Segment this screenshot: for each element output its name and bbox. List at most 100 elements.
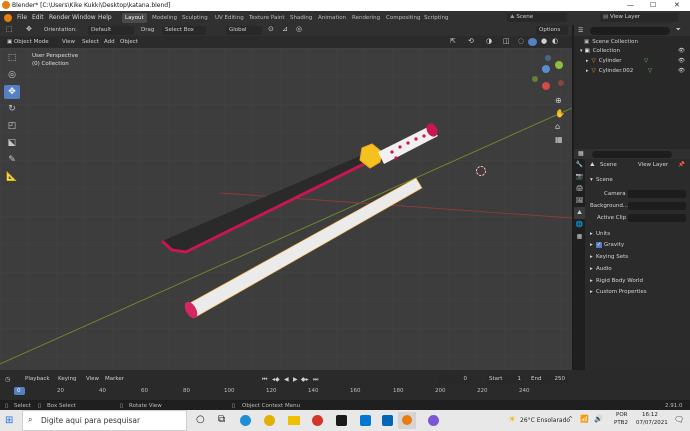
jump-end-icon[interactable]: ⏭ bbox=[313, 376, 318, 384]
start-frame-field[interactable]: Start 1 bbox=[486, 375, 524, 384]
transform-pivot-icon[interactable]: ✥ bbox=[26, 25, 32, 33]
notifications-icon[interactable]: 🗨 bbox=[674, 415, 684, 424]
tab-shading[interactable]: Shading bbox=[287, 13, 315, 23]
object-mode-dropdown[interactable]: ▣ Object Mode bbox=[4, 38, 56, 47]
tab-sculpting[interactable]: Sculpting bbox=[179, 13, 211, 23]
play-icon[interactable]: ▶ bbox=[293, 376, 298, 383]
output-tab-icon[interactable]: 🖨 bbox=[574, 183, 585, 195]
pin-icon[interactable]: 📌 bbox=[678, 162, 685, 168]
minimize-icon[interactable]: — bbox=[627, 1, 634, 9]
drag-dropdown[interactable]: Select Box bbox=[162, 26, 206, 35]
tool-tab-icon[interactable]: 🔧 bbox=[574, 159, 585, 171]
properties-search-input[interactable] bbox=[592, 151, 672, 158]
volume-icon[interactable]: 🔊 bbox=[594, 415, 603, 423]
file-explorer-icon[interactable] bbox=[288, 416, 300, 425]
blender-taskbar-button[interactable] bbox=[398, 412, 416, 429]
3d-viewport[interactable]: User Perspective (0) Collection ⊕ ✋ ⌂ ▦ bbox=[0, 48, 572, 370]
menu-file[interactable]: File bbox=[17, 14, 27, 21]
annotate-tool-icon[interactable]: ✎ bbox=[4, 153, 20, 167]
keying-sets-panel-arrow-icon[interactable]: ▸ bbox=[590, 254, 593, 260]
outliner-item-cylinder[interactable]: ▸ ▽ Cylinder ▽ 👁 bbox=[582, 56, 685, 66]
wifi-icon[interactable]: 📶 bbox=[580, 415, 589, 423]
cursor-tool-icon[interactable]: ◎ bbox=[4, 68, 20, 82]
options-dropdown[interactable]: Options bbox=[536, 26, 568, 35]
custom-properties-panel[interactable]: Custom Properties bbox=[596, 289, 647, 295]
render-tab-icon[interactable]: 📷 bbox=[574, 171, 585, 183]
next-keyframe-icon[interactable]: ◆▸ bbox=[301, 376, 309, 383]
jump-start-icon[interactable]: ⏮ bbox=[262, 376, 267, 384]
viewport-menu-view[interactable]: View bbox=[62, 39, 75, 45]
visibility-icon[interactable]: 👁 bbox=[678, 48, 685, 54]
rotate-tool-icon[interactable]: ↻ bbox=[4, 102, 20, 116]
outliner-search-input[interactable] bbox=[590, 27, 670, 35]
viewport-menu-add[interactable]: Add bbox=[104, 39, 115, 45]
overlays-icon[interactable]: ◑ bbox=[486, 37, 492, 45]
end-frame-field[interactable]: End 250 bbox=[528, 375, 568, 384]
outliner-collection[interactable]: ▾ ▣ Collection 👁 bbox=[578, 46, 685, 56]
mail-icon[interactable] bbox=[382, 415, 393, 426]
tab-modeling[interactable]: Modeling bbox=[149, 13, 180, 23]
units-panel-arrow-icon[interactable]: ▸ bbox=[590, 231, 593, 237]
tab-rendering[interactable]: Rendering bbox=[349, 13, 383, 23]
task-view-icon[interactable]: ⧉ bbox=[218, 414, 225, 425]
move-tool-icon[interactable]: ✥ bbox=[4, 85, 20, 99]
tab-animation[interactable]: Animation bbox=[315, 13, 349, 23]
wireframe-shading-icon[interactable]: ◌ bbox=[518, 37, 524, 45]
menu-help[interactable]: Help bbox=[98, 14, 112, 21]
menu-window[interactable]: Window bbox=[72, 14, 96, 21]
background-scene-field[interactable] bbox=[628, 202, 686, 210]
tab-layout[interactable]: Layout bbox=[122, 13, 147, 23]
windows-start-icon[interactable]: ⊞ bbox=[5, 415, 13, 426]
camera-view-icon[interactable]: ⌂ bbox=[555, 122, 560, 131]
camera-field[interactable] bbox=[628, 190, 686, 198]
gravity-panel-arrow-icon[interactable]: ▸ bbox=[590, 242, 593, 248]
object-tab-icon[interactable]: ▦ bbox=[574, 231, 585, 243]
measure-tool-icon[interactable]: 📐 bbox=[4, 170, 20, 184]
pan-hand-icon[interactable]: ✋ bbox=[555, 109, 565, 118]
opera-icon[interactable] bbox=[312, 415, 323, 426]
transform-tool-icon[interactable]: ⬕ bbox=[4, 136, 20, 150]
clock-time[interactable]: 16:12 bbox=[642, 412, 658, 418]
edge-icon[interactable] bbox=[240, 415, 251, 426]
menu-render[interactable]: Render bbox=[49, 14, 70, 21]
keying-sets-panel[interactable]: Keying Sets bbox=[596, 254, 628, 260]
app-icon[interactable] bbox=[336, 415, 347, 426]
scene-tab-icon[interactable]: ⛰ bbox=[574, 207, 585, 219]
visibility-icon[interactable]: 👁 bbox=[678, 58, 685, 64]
menu-edit[interactable]: Edit bbox=[32, 14, 44, 21]
rigid-body-panel-arrow-icon[interactable]: ▸ bbox=[590, 278, 593, 284]
view-layer-selector[interactable]: ▤ View Layer bbox=[600, 13, 678, 22]
view-object-types-icon[interactable]: ⇱ bbox=[450, 37, 456, 45]
play-reverse-icon[interactable]: ◀ bbox=[284, 376, 289, 383]
ortho-grid-icon[interactable]: ▦ bbox=[555, 135, 563, 144]
rendered-shading-icon[interactable]: ◐ bbox=[552, 37, 558, 45]
gravity-checkbox[interactable]: ✓ bbox=[596, 242, 602, 248]
audio-panel[interactable]: Audio bbox=[596, 266, 612, 272]
scene-panel-arrow-icon[interactable]: ▾ bbox=[590, 177, 593, 183]
scale-tool-icon[interactable]: ◰ bbox=[4, 119, 20, 133]
gizmo-icon[interactable]: ⟲ bbox=[468, 37, 474, 45]
solid-shading-icon[interactable] bbox=[528, 38, 537, 46]
timeline-menu-view[interactable]: View bbox=[86, 376, 99, 382]
view-layer-tab-icon[interactable]: 🖼 bbox=[574, 195, 585, 207]
viewport-menu-select[interactable]: Select bbox=[82, 39, 99, 45]
maximize-icon[interactable]: ☐ bbox=[650, 1, 656, 9]
proportional-edit-icon[interactable]: ◎ bbox=[296, 25, 302, 33]
visibility-icon[interactable]: 👁 bbox=[678, 68, 685, 74]
blender-menu-icon[interactable] bbox=[4, 14, 12, 22]
properties-editor-icon[interactable]: ▦ bbox=[578, 150, 584, 157]
expand-arrow-icon[interactable]: ▾ bbox=[580, 48, 583, 54]
cortana-icon[interactable]: ○ bbox=[196, 414, 205, 425]
outliner-item-cylinder-002[interactable]: ▸ ▽ Cylinder.002 ▽ 👁 bbox=[582, 66, 685, 76]
timeline-menu-keying[interactable]: Keying bbox=[58, 376, 76, 382]
tab-texture-paint[interactable]: Texture Paint bbox=[246, 13, 288, 23]
filter-icon[interactable]: ⏷ bbox=[676, 26, 681, 34]
gravity-panel[interactable]: Gravity bbox=[604, 242, 624, 248]
orientation-dropdown[interactable]: Default bbox=[88, 26, 134, 35]
input-language[interactable]: POR bbox=[616, 412, 627, 418]
scene-selector[interactable]: ⛰ Scene bbox=[507, 13, 567, 22]
world-tab-icon[interactable]: 🌐 bbox=[574, 219, 585, 231]
chrome-icon[interactable] bbox=[264, 415, 275, 426]
select-box-tool-icon[interactable]: ⬚ bbox=[4, 51, 20, 65]
transform-orientation-dropdown[interactable]: Global bbox=[226, 26, 262, 35]
